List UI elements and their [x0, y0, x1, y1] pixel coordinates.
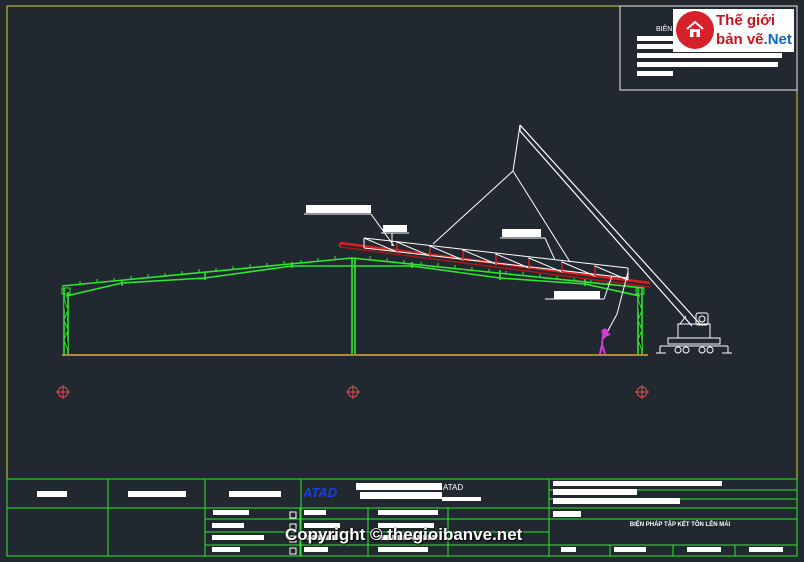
drawing-title: BIỆN PHÁP TẬP KẾT TÔN LÊN MÁI — [630, 520, 731, 528]
logo-text-line1: Thế giới — [716, 12, 775, 29]
crane-truck — [656, 312, 732, 354]
logo-text-net: .Net — [763, 31, 792, 48]
company-mark-2: ATAD — [443, 483, 463, 492]
note-label: BIÊN — [656, 24, 672, 33]
grid-axis-markers — [56, 385, 649, 399]
callouts — [304, 205, 613, 300]
logo-text-line2: bản vẽ.Net — [716, 31, 792, 48]
drawing-canvas: BIÊN ATAD ATAD BIỆN PHÁP TẬP KẾT TÔN LÊN… — [6, 5, 798, 557]
cad-drawing: BIÊN ATAD ATAD BIỆN PHÁP TẬP KẾT TÔN LÊN… — [0, 0, 804, 562]
logo-text-line2a: bản vẽ — [716, 31, 764, 48]
steel-frame — [61, 257, 645, 354]
drawing-frame — [6, 5, 798, 557]
company-mark: ATAD — [302, 485, 338, 500]
house-logo-icon — [676, 11, 714, 49]
site-logo: Thế giới bản vẽ.Net — [673, 9, 794, 52]
worker-figure — [599, 328, 611, 355]
copyright-watermark: Copyright © thegioibanve.net — [285, 525, 523, 544]
